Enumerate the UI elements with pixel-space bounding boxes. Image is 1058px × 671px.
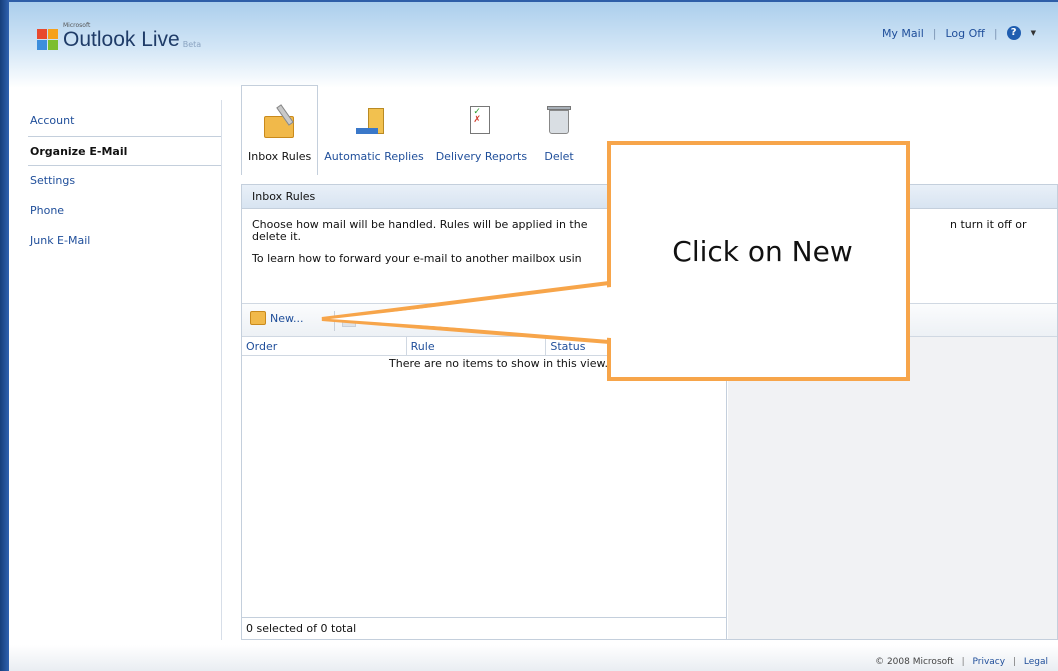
copyright-text: © 2008 Microsoft xyxy=(875,657,954,667)
description-line-1: Choose how mail will be handled. Rules w… xyxy=(252,218,588,231)
sidebar-item-phone[interactable]: Phone xyxy=(28,196,222,226)
new-button-label: New... xyxy=(270,311,304,325)
toolbar-separator xyxy=(334,311,335,331)
column-header-order[interactable]: Order xyxy=(242,337,407,355)
header: Microsoft Outlook Live Beta My Mail | Lo… xyxy=(9,0,1058,88)
top-links: My Mail | Log Off | ? ▼ xyxy=(882,26,1036,40)
tab-label: Delet xyxy=(544,150,574,163)
footer: © 2008 Microsoft | Privacy | Legal xyxy=(875,657,1048,667)
selection-count: 0 selected of 0 total xyxy=(242,617,726,639)
callout-box: Click on New xyxy=(607,141,910,381)
logo-beta-label: Beta xyxy=(182,40,202,49)
logo-brand-main: Outlook Live xyxy=(63,28,180,51)
new-rule-button[interactable]: New... xyxy=(250,311,303,325)
chevron-down-icon[interactable]: ▼ xyxy=(1031,29,1036,37)
description-line-1-cont: delete it. xyxy=(252,230,302,243)
sidebar-item-junk-email[interactable]: Junk E-Mail xyxy=(28,226,222,256)
link-separator: | xyxy=(932,26,937,40)
sidebar-item-account[interactable]: Account xyxy=(28,106,222,136)
footer-separator: | xyxy=(1012,657,1016,667)
rules-list: Order Rule Status There are no items to … xyxy=(242,337,727,639)
callout-text: Click on New xyxy=(672,235,853,268)
folder-pen-icon xyxy=(260,102,300,142)
tab-deleted-items[interactable]: Delet xyxy=(533,87,585,175)
sidebar: Account Organize E-Mail Settings Phone J… xyxy=(28,106,222,256)
tab-inbox-rules[interactable]: Inbox Rules xyxy=(241,85,319,175)
new-folder-icon xyxy=(250,311,266,325)
privacy-link[interactable]: Privacy xyxy=(972,657,1005,667)
header-top-line xyxy=(9,0,1058,2)
window-frame-left xyxy=(0,0,9,671)
disabled-toolbar-icon xyxy=(342,315,356,327)
tab-label: Inbox Rules xyxy=(248,150,312,163)
door-arrow-icon xyxy=(354,102,394,142)
tab-label: Automatic Replies xyxy=(324,150,424,163)
tab-delivery-reports[interactable]: ✓ ✗ Delivery Reports xyxy=(430,87,533,175)
log-off-link[interactable]: Log Off xyxy=(946,27,985,40)
link-separator: | xyxy=(993,26,998,40)
rule-detail-pane xyxy=(728,337,1057,639)
report-checklist-icon: ✓ ✗ xyxy=(461,102,501,142)
help-icon[interactable]: ? xyxy=(1006,26,1021,40)
recycle-bin-icon xyxy=(539,102,579,142)
description-line-1-right: n turn it off or xyxy=(950,218,1027,231)
tab-label: Delivery Reports xyxy=(435,150,528,163)
footer-separator: | xyxy=(961,657,965,667)
tab-automatic-replies[interactable]: Automatic Replies xyxy=(318,87,429,175)
tab-bar: Inbox Rules Automatic Replies ✓ ✗ Deliver… xyxy=(241,85,585,175)
office-logo-icon xyxy=(37,29,59,51)
sidebar-divider xyxy=(221,100,222,640)
column-header-rule[interactable]: Rule xyxy=(407,337,547,355)
my-mail-link[interactable]: My Mail xyxy=(882,27,924,40)
legal-link[interactable]: Legal xyxy=(1024,657,1048,667)
logo-text: Microsoft Outlook Live xyxy=(63,22,180,51)
sidebar-item-settings[interactable]: Settings xyxy=(28,166,222,196)
outlook-live-logo[interactable]: Microsoft Outlook Live Beta xyxy=(37,22,201,51)
sidebar-item-organize-email[interactable]: Organize E-Mail xyxy=(28,136,222,166)
